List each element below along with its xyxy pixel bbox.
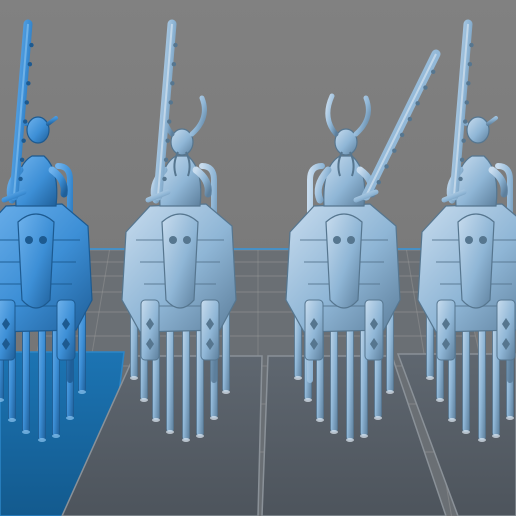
- support-tip: [8, 418, 16, 422]
- support-tip: [166, 430, 174, 434]
- steed-skull-head: [161, 213, 199, 309]
- support-tip: [52, 434, 60, 438]
- support-tip: [462, 430, 470, 434]
- horn-left: [325, 93, 339, 137]
- support-tip: [140, 398, 148, 402]
- 3d-viewport[interactable]: [0, 0, 516, 516]
- steed-skull-head: [17, 213, 55, 309]
- eye-socket: [465, 236, 473, 244]
- support-tip: [196, 434, 204, 438]
- eye-socket: [183, 236, 191, 244]
- support-tip: [316, 418, 324, 422]
- support-tip: [386, 390, 394, 394]
- rider-head: [334, 128, 358, 156]
- support-tip: [304, 398, 312, 402]
- rider-torso: [15, 155, 58, 207]
- support-tip: [436, 398, 444, 402]
- rider-torso: [159, 155, 202, 207]
- support-tip: [66, 416, 74, 420]
- eye-socket: [333, 236, 341, 244]
- support-tip: [374, 416, 382, 420]
- scene-canvas[interactable]: [0, 0, 516, 516]
- eye-socket: [347, 236, 355, 244]
- support-tip: [360, 434, 368, 438]
- support-tip: [38, 438, 46, 442]
- support-tip: [78, 390, 86, 394]
- steed-skull-head: [325, 213, 363, 309]
- eye-socket: [25, 236, 33, 244]
- rider-head: [170, 128, 194, 156]
- support-tip: [130, 376, 138, 380]
- support-tip: [22, 430, 30, 434]
- support-tip: [152, 418, 160, 422]
- support-tip: [210, 416, 218, 420]
- eye-socket: [169, 236, 177, 244]
- steed-skull-head: [457, 213, 495, 309]
- support-tip: [506, 416, 514, 420]
- support-tip: [478, 438, 486, 442]
- leg-armor: [0, 299, 16, 361]
- eye-socket: [39, 236, 47, 244]
- horn-right: [353, 95, 371, 137]
- support-tip: [492, 434, 500, 438]
- support-tip: [330, 430, 338, 434]
- support-tip: [426, 376, 434, 380]
- eye-socket: [479, 236, 487, 244]
- support-tip: [294, 376, 302, 380]
- support-tip: [222, 390, 230, 394]
- rider-head: [26, 116, 50, 144]
- support-tip: [182, 438, 190, 442]
- support-tip: [448, 418, 456, 422]
- rider-torso: [455, 155, 498, 207]
- horn-right: [189, 95, 207, 137]
- rider-head: [466, 116, 490, 144]
- support-tip: [346, 438, 354, 442]
